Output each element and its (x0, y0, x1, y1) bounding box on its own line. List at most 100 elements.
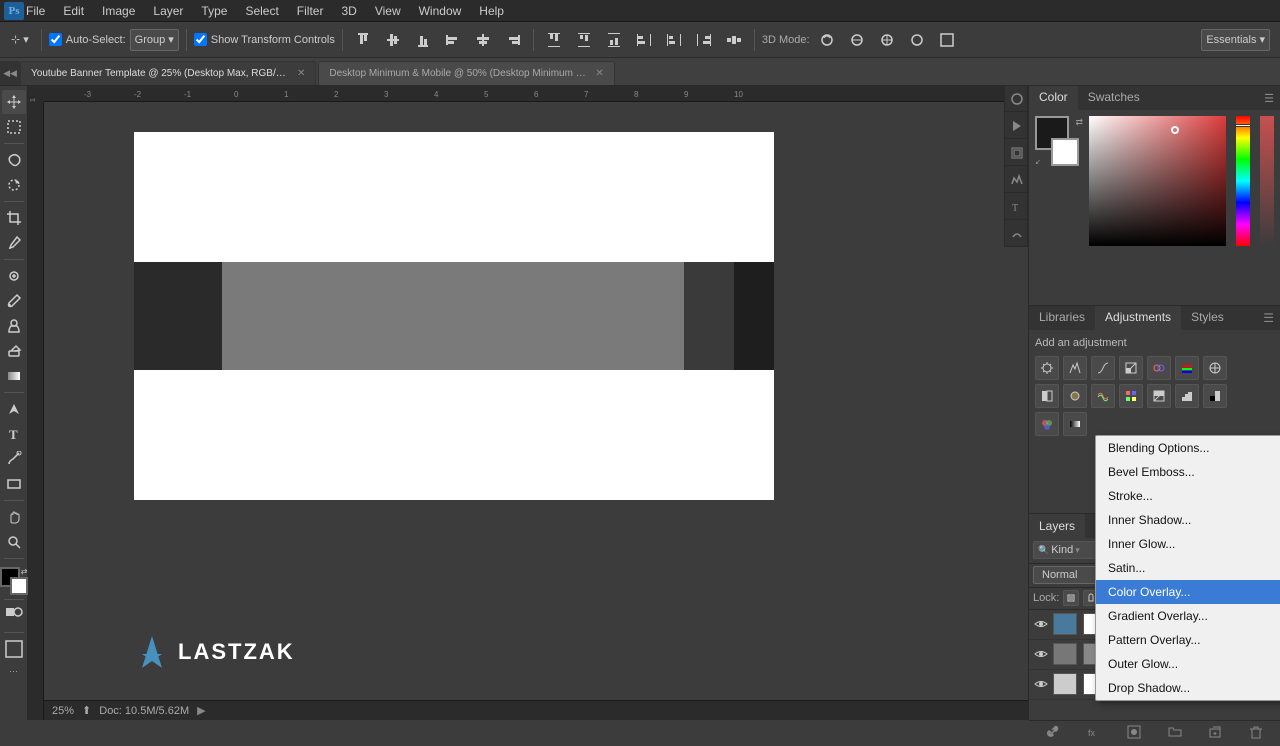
marquee-tool[interactable] (2, 115, 26, 139)
dist-center-h-button[interactable] (661, 29, 687, 51)
auto-select-checkbox[interactable] (49, 33, 62, 46)
adj-panel-menu[interactable]: ☰ (1257, 311, 1280, 325)
layer-visibility-2[interactable] (1033, 646, 1049, 662)
more-tools-btn[interactable]: ··· (7, 662, 20, 680)
show-transform-checkbox[interactable] (194, 33, 207, 46)
gradient-tool[interactable] (2, 364, 26, 388)
adj-invert-icon[interactable] (1147, 384, 1171, 408)
align-left-button[interactable] (440, 29, 466, 51)
dist-right-button[interactable] (691, 29, 717, 51)
adj-channelmixer-icon[interactable] (1091, 384, 1115, 408)
ctx-inner-shadow[interactable]: Inner Shadow... (1096, 508, 1280, 532)
ctx-color-overlay[interactable]: Color Overlay... (1096, 580, 1280, 604)
tab-1-close[interactable]: ✕ (297, 68, 305, 79)
ctx-outer-glow[interactable]: Outer Glow... (1096, 652, 1280, 676)
menu-help[interactable]: Help (471, 2, 512, 20)
eraser-tool[interactable] (2, 339, 26, 363)
essentials-dropdown[interactable]: Essentials ▾ (1201, 29, 1270, 51)
align-top-button[interactable] (350, 29, 376, 51)
align-right-button[interactable] (500, 29, 526, 51)
adj-hsl-icon[interactable] (1175, 356, 1199, 380)
adj-levels-icon[interactable] (1063, 356, 1087, 380)
adj-selectivecolor-icon[interactable] (1035, 412, 1059, 436)
add-link-btn[interactable] (1046, 725, 1060, 742)
adj-gradient-icon[interactable] (1063, 412, 1087, 436)
menu-edit[interactable]: Edit (55, 2, 92, 20)
dist-center-v-button[interactable] (571, 29, 597, 51)
delete-layer-btn[interactable] (1249, 725, 1263, 742)
panel-toggle-left[interactable]: ◀◀ (0, 61, 20, 85)
side-icon-5[interactable]: T (1005, 194, 1029, 220)
ctx-pattern-overlay[interactable]: Pattern Overlay... (1096, 628, 1280, 652)
menu-window[interactable]: Window (411, 2, 470, 20)
move-dropdown-arrow[interactable]: ▾ (23, 33, 29, 46)
tab-2-close[interactable]: ✕ (595, 68, 603, 79)
layer-visibility-3[interactable] (1033, 676, 1049, 692)
type-tool[interactable]: T (2, 422, 26, 446)
add-fx-btn[interactable]: fx (1087, 725, 1101, 742)
screen-mode-btn[interactable] (2, 637, 26, 661)
adj-brightness-icon[interactable] (1035, 356, 1059, 380)
adj-photofilter-icon[interactable] (1063, 384, 1087, 408)
quick-mask-btn[interactable] (2, 604, 26, 628)
adj-curves-icon[interactable] (1091, 356, 1115, 380)
move-tool-button[interactable]: ⊹ ▾ (6, 30, 34, 49)
align-center-v-button[interactable] (380, 29, 406, 51)
swap-fg-bg-icon[interactable]: ⇄ (1075, 117, 1083, 128)
ctx-bevel-emboss[interactable]: Bevel Emboss... (1096, 460, 1280, 484)
menu-type[interactable]: Type (193, 2, 235, 20)
ctx-satin[interactable]: Satin... (1096, 556, 1280, 580)
adj-colorlookup-icon[interactable] (1119, 384, 1143, 408)
color-tab[interactable]: Color (1029, 86, 1078, 110)
background-color[interactable] (10, 577, 28, 595)
move-tool[interactable] (2, 90, 26, 114)
lasso-tool[interactable] (2, 148, 26, 172)
ctx-blending-options[interactable]: Blending Options... (1096, 436, 1280, 460)
adj-exposure-icon[interactable] (1119, 356, 1143, 380)
zoom-tool[interactable] (2, 530, 26, 554)
fg-bg-color-swatch[interactable]: ⇄ (0, 567, 28, 595)
side-icon-6[interactable] (1005, 221, 1029, 247)
color-saturation-area[interactable] (1089, 116, 1226, 246)
adj-threshold-icon[interactable] (1203, 384, 1227, 408)
side-icon-4[interactable] (1005, 167, 1029, 193)
libraries-tab[interactable]: Libraries (1029, 306, 1095, 330)
crop-tool[interactable] (2, 206, 26, 230)
eyedropper-tool[interactable] (2, 231, 26, 255)
add-mask-btn[interactable] (1127, 725, 1141, 742)
dist-top-button[interactable] (541, 29, 567, 51)
side-icon-2[interactable] (1005, 113, 1029, 139)
hand-tool[interactable] (2, 505, 26, 529)
adj-colorbalance-icon[interactable] (1203, 356, 1227, 380)
color-picker-gradient[interactable] (1089, 116, 1226, 246)
layer-visibility-1[interactable] (1033, 616, 1049, 632)
stamp-tool[interactable] (2, 314, 26, 338)
menu-3d[interactable]: 3D (333, 2, 364, 20)
tab-2[interactable]: Desktop Minimum & Mobile @ 50% (Desktop … (318, 61, 614, 85)
layers-tab[interactable]: Layers (1029, 514, 1085, 538)
adj-vibrance-icon[interactable] (1147, 356, 1171, 380)
background-color-swatch[interactable] (1051, 138, 1079, 166)
adj-bw-icon[interactable] (1035, 384, 1059, 408)
shape-tool[interactable] (2, 472, 26, 496)
side-icon-1[interactable] (1005, 86, 1029, 112)
dist-spacing-button[interactable] (721, 29, 747, 51)
spot-heal-tool[interactable] (2, 264, 26, 288)
alpha-slider[interactable] (1260, 116, 1274, 246)
menu-filter[interactable]: Filter (289, 2, 332, 20)
quick-select-tool[interactable] (2, 173, 26, 197)
menu-view[interactable]: View (367, 2, 409, 20)
ctx-drop-shadow[interactable]: Drop Shadow... (1096, 676, 1280, 700)
hue-slider[interactable] (1236, 116, 1250, 246)
reset-colors-icon[interactable]: ↙ (1035, 158, 1041, 166)
threed-scale-button[interactable] (934, 29, 960, 51)
lock-pixels-btn[interactable] (1063, 590, 1079, 606)
status-bar-expand[interactable]: ▶ (197, 704, 205, 717)
brush-tool[interactable] (2, 289, 26, 313)
align-bottom-button[interactable] (410, 29, 436, 51)
add-layer-btn[interactable] (1208, 725, 1222, 742)
pen-tool[interactable] (2, 447, 26, 471)
tab-1[interactable]: Youtube Banner Template @ 25% (Desktop M… (20, 61, 316, 85)
side-icon-3[interactable] (1005, 140, 1029, 166)
align-center-h-button[interactable] (470, 29, 496, 51)
